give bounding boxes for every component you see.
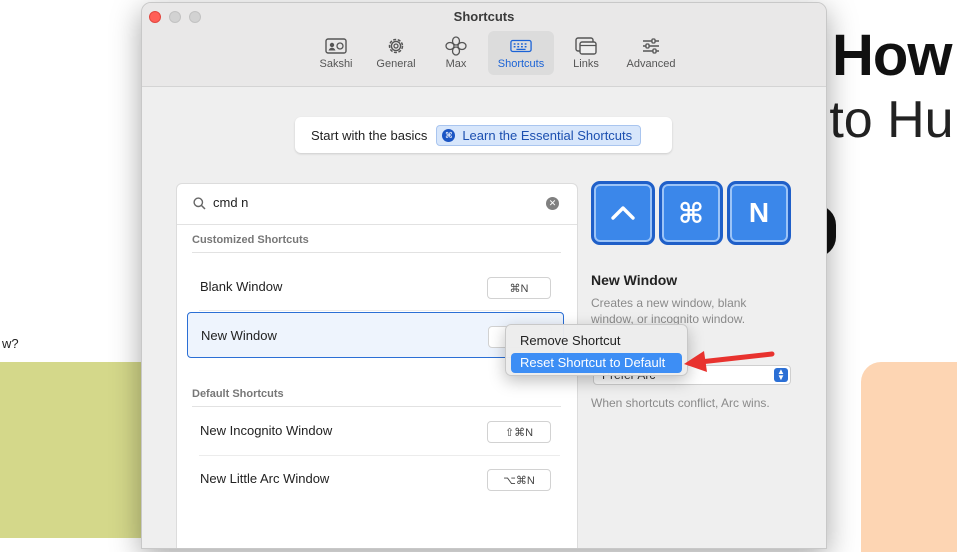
keyboard-icon [510,37,532,55]
profile-card-icon [325,37,347,55]
shortcut-key-field[interactable]: ⇧⌘N [487,421,551,443]
shortcut-row-label: New Little Arc Window [200,471,330,486]
tab-label: General [376,58,416,70]
shortcut-row-new-little-arc-window[interactable]: New Little Arc Window ⌥⌘N [187,456,564,502]
search-bar: ✕ [177,184,577,225]
annotation-arrow-icon [684,351,775,372]
settings-toolbar: Sakshi General Max Shortcuts Links Advan… [308,31,684,75]
tab-links[interactable]: Links [558,31,614,75]
command-icon: ⌘ [442,128,456,142]
section-divider [192,252,561,253]
background-headline: How [832,23,952,88]
shortcut-key-field[interactable]: ⌘N [487,277,551,299]
search-input[interactable] [213,195,533,210]
tab-label: Shortcuts [497,58,545,70]
window-title: Shortcuts [453,9,515,24]
shortcut-key-field[interactable]: ⌥⌘N [487,469,551,491]
tab-label: Advanced [626,58,676,70]
background-partial-text: w? [2,336,19,351]
learn-button-label: Learn the Essential Shortcuts [462,127,633,143]
tab-sakshi[interactable]: Sakshi [308,31,364,75]
clear-search-icon[interactable]: ✕ [546,197,559,210]
background-green-card [0,362,142,538]
n-key-cap: N [727,181,791,245]
control-key-cap [591,181,655,245]
background-peach-card [861,362,957,552]
shortcut-row-new-incognito-window[interactable]: New Incognito Window ⇧⌘N [187,408,564,454]
search-icon [193,197,206,215]
section-divider [192,406,561,407]
conflict-note: When shortcuts conflict, Arc wins. [591,396,770,410]
basics-text: Start with the basics [311,127,428,143]
tab-general[interactable]: General [368,31,424,75]
menu-item-remove-shortcut[interactable]: Remove Shortcut [511,331,682,351]
basics-banner: Start with the basics ⌘ Learn the Essent… [295,117,672,153]
tab-advanced[interactable]: Advanced [618,31,684,75]
shortcut-row-label: New Incognito Window [200,423,333,438]
background-subheadline: -to Hu [812,91,954,149]
shortcut-row-label: Blank Window [200,279,283,294]
menu-item-reset-shortcut-to-default[interactable]: Reset Shortcut to Default [511,353,682,373]
sliders-icon [640,37,662,55]
default-shortcuts-header: Default Shortcuts [192,388,284,400]
tab-max[interactable]: Max [428,31,484,75]
detail-description: Creates a new window, blank window, or i… [591,296,747,326]
shortcut-context-menu: Remove Shortcut Reset Shortcut to Defaul… [505,324,688,376]
shortcuts-settings-window: Shortcuts Sakshi General Max Shortcuts L… [141,2,827,549]
window-titlebar: Shortcuts Sakshi General Max Shortcuts L… [142,3,826,87]
row-divider [199,310,560,311]
links-window-icon [575,37,597,55]
tab-shortcuts[interactable]: Shortcuts [488,31,554,75]
learn-essential-shortcuts-button[interactable]: ⌘ Learn the Essential Shortcuts [436,124,642,146]
max-flower-icon [445,36,467,56]
detail-title: New Window [591,272,678,288]
gear-icon [385,37,407,55]
tab-label: Max [445,58,467,70]
shortcut-row-label: New Window [201,328,277,343]
tab-label: Links [573,58,599,70]
shortcut-row-blank-window[interactable]: Blank Window ⌘N [187,264,564,310]
select-arrows-icon: ▲ ▼ [774,368,788,382]
command-key-cap: ⌘ [659,181,723,245]
control-caret-icon [611,206,635,220]
customized-shortcuts-header: Customized Shortcuts [192,234,309,246]
tab-label: Sakshi [319,58,353,70]
